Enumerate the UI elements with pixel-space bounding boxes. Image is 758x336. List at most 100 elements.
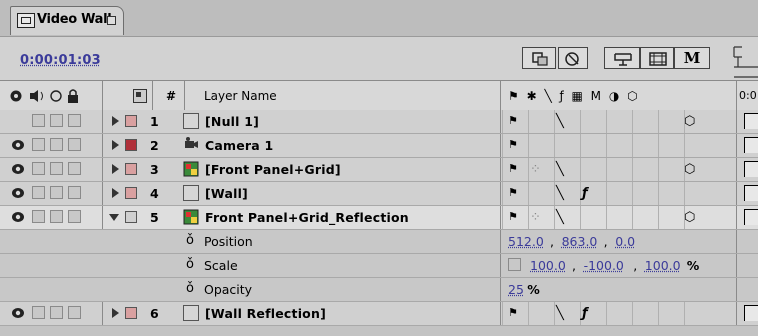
quality-switch-icon[interactable]: ╲ — [556, 306, 564, 321]
switch-cell[interactable] — [606, 158, 628, 181]
audio-slot[interactable] — [32, 114, 45, 127]
switch-cell[interactable] — [606, 302, 628, 325]
3d-layer-icon[interactable]: ⬡ — [684, 162, 695, 177]
tab-close-icon[interactable] — [107, 16, 116, 25]
tab-video-wall[interactable]: Video Wall — [10, 6, 124, 35]
eye-slot[interactable] — [10, 114, 28, 130]
switch-cell[interactable] — [528, 110, 550, 133]
switch-cell[interactable] — [684, 134, 706, 157]
quality-switch-icon[interactable]: ╲ — [556, 114, 564, 129]
label-color-swatch[interactable] — [125, 163, 137, 175]
frame-blending-button[interactable] — [640, 47, 674, 69]
layer-name[interactable]: Camera 1 — [205, 138, 273, 153]
quality-switch-icon[interactable]: ╲ — [556, 210, 564, 225]
layer-row[interactable]: 5 Front Panel+Grid_Reflection ⚑ ╲ ⁘ ⬡ — [0, 206, 758, 230]
shy-switch-icon[interactable]: ⚑ — [508, 138, 518, 151]
layer-duration-bar[interactable] — [744, 137, 758, 153]
lock-slot[interactable] — [68, 138, 81, 151]
stopwatch-icon[interactable]: ǒ — [186, 233, 194, 248]
property-value[interactable]: 0.0 — [615, 234, 635, 249]
switch-cell[interactable] — [580, 206, 602, 229]
layer-duration-bar[interactable] — [744, 305, 758, 321]
switch-cell[interactable] — [658, 206, 680, 229]
stopwatch-icon[interactable]: ǒ — [186, 281, 194, 296]
switch-cell[interactable] — [606, 206, 628, 229]
switch-cell[interactable] — [580, 134, 602, 157]
solo-slot[interactable] — [50, 162, 63, 175]
layer-row[interactable]: 1 [Null 1] ⚑ ╲ ⬡ — [0, 110, 758, 134]
switch-cell[interactable] — [528, 302, 550, 325]
eye-icon[interactable] — [10, 186, 28, 202]
label-color-swatch[interactable] — [125, 139, 137, 151]
switch-cell[interactable] — [528, 182, 550, 205]
shy-switch-icon[interactable]: ⚑ — [508, 186, 518, 199]
layer-duration-bar[interactable] — [744, 161, 758, 177]
lock-slot[interactable] — [68, 162, 81, 175]
3d-layer-icon[interactable]: ⬡ — [684, 114, 695, 129]
property-value[interactable]: 863.0 — [562, 234, 598, 249]
audio-slot[interactable] — [32, 210, 45, 223]
eye-icon[interactable] — [10, 162, 28, 178]
time-navigator-icon[interactable] — [724, 43, 758, 81]
switch-cell[interactable] — [658, 110, 680, 133]
switch-cell[interactable] — [658, 182, 680, 205]
label-color-swatch[interactable] — [125, 211, 137, 223]
lock-slot[interactable] — [68, 210, 81, 223]
layer-name[interactable]: [Wall Reflection] — [205, 306, 326, 321]
expand-twirl-icon[interactable] — [109, 214, 119, 221]
3d-layer-icon[interactable]: ⬡ — [684, 210, 695, 225]
property-value[interactable]: 100.0 — [645, 258, 681, 273]
current-time[interactable]: 0:00:01:03 — [20, 53, 101, 68]
solo-slot[interactable] — [50, 138, 63, 151]
property-value[interactable]: 25 — [508, 282, 524, 297]
eye-icon[interactable] — [10, 210, 28, 226]
effect-switch-icon[interactable]: ƒ — [582, 306, 588, 321]
property-value[interactable]: -100.0 — [584, 258, 624, 273]
switch-cell[interactable] — [632, 134, 654, 157]
layer-name[interactable]: [Front Panel+Grid] — [205, 162, 341, 177]
solo-slot[interactable] — [50, 114, 63, 127]
audio-slot[interactable] — [32, 306, 45, 319]
collapse-switch-icon[interactable]: ⁘ — [530, 210, 541, 225]
solo-slot[interactable] — [50, 210, 63, 223]
shy-switch-icon[interactable]: ⚑ — [508, 306, 518, 319]
expand-twirl-icon[interactable] — [112, 116, 119, 126]
solo-slot[interactable] — [50, 186, 63, 199]
collapse-switch-icon[interactable]: ⁘ — [530, 162, 541, 177]
expand-twirl-icon[interactable] — [112, 140, 119, 150]
layer-duration-bar[interactable] — [744, 185, 758, 201]
switch-cell[interactable] — [580, 110, 602, 133]
switch-cell[interactable] — [606, 134, 628, 157]
label-color-swatch[interactable] — [125, 187, 137, 199]
eye-icon[interactable] — [10, 306, 28, 322]
layer-row[interactable]: 2 Camera 1 ⚑ — [0, 134, 758, 158]
expand-twirl-icon[interactable] — [112, 164, 119, 174]
label-color-swatch[interactable] — [125, 307, 137, 319]
audio-slot[interactable] — [32, 138, 45, 151]
switch-cell[interactable] — [658, 134, 680, 157]
draft-3d-button[interactable] — [604, 47, 640, 69]
layer-name-header[interactable]: Layer Name — [204, 89, 277, 103]
audio-slot[interactable] — [32, 186, 45, 199]
comp-button[interactable] — [558, 47, 588, 69]
switch-cell[interactable] — [684, 302, 706, 325]
layer-row[interactable]: 4 [Wall] ⚑ ╲ ƒ — [0, 182, 758, 206]
lock-slot[interactable] — [68, 306, 81, 319]
shy-switch-icon[interactable]: ⚑ — [508, 162, 518, 175]
layer-duration-bar[interactable] — [744, 113, 758, 129]
shy-switch-icon[interactable]: ⚑ — [508, 210, 518, 223]
switch-cell[interactable] — [606, 110, 628, 133]
switch-cell[interactable] — [580, 158, 602, 181]
stopwatch-icon[interactable]: ǒ — [186, 257, 194, 272]
expand-twirl-icon[interactable] — [112, 308, 119, 318]
switch-cell[interactable] — [528, 134, 550, 157]
eye-icon[interactable] — [10, 138, 28, 154]
property-value[interactable]: 512.0 — [508, 234, 544, 249]
switch-cell[interactable] — [606, 182, 628, 205]
layer-name[interactable]: [Wall] — [205, 186, 248, 201]
switch-cell[interactable] — [658, 302, 680, 325]
switch-cell[interactable] — [684, 182, 706, 205]
switch-cell[interactable] — [632, 182, 654, 205]
switch-cell[interactable] — [632, 158, 654, 181]
property-value[interactable]: 100.0 — [530, 258, 566, 273]
